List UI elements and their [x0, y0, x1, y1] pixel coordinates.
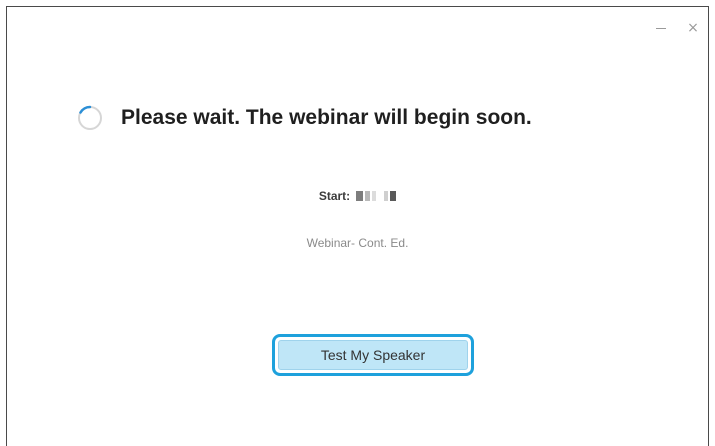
minimize-button[interactable]: [654, 21, 668, 35]
start-time-value: [356, 191, 397, 201]
start-label: Start:: [318, 189, 351, 203]
start-time-row: Start:: [7, 189, 708, 203]
webinar-topic: Webinar- Cont. Ed.: [306, 236, 409, 250]
close-button[interactable]: ×: [686, 21, 700, 35]
close-icon: ×: [687, 20, 699, 36]
minimize-icon: [656, 27, 666, 29]
webinar-waiting-window: × Please wait. The webinar will begin so…: [6, 6, 709, 446]
loading-spinner-icon: [78, 105, 102, 130]
waiting-message-row: Please wait. The webinar will begin soon…: [77, 105, 532, 131]
window-controls: ×: [654, 21, 700, 35]
test-speaker-highlight: Test My Speaker: [272, 334, 474, 376]
waiting-headline: Please wait. The webinar will begin soon…: [121, 106, 532, 129]
test-speaker-button[interactable]: Test My Speaker: [278, 340, 468, 370]
